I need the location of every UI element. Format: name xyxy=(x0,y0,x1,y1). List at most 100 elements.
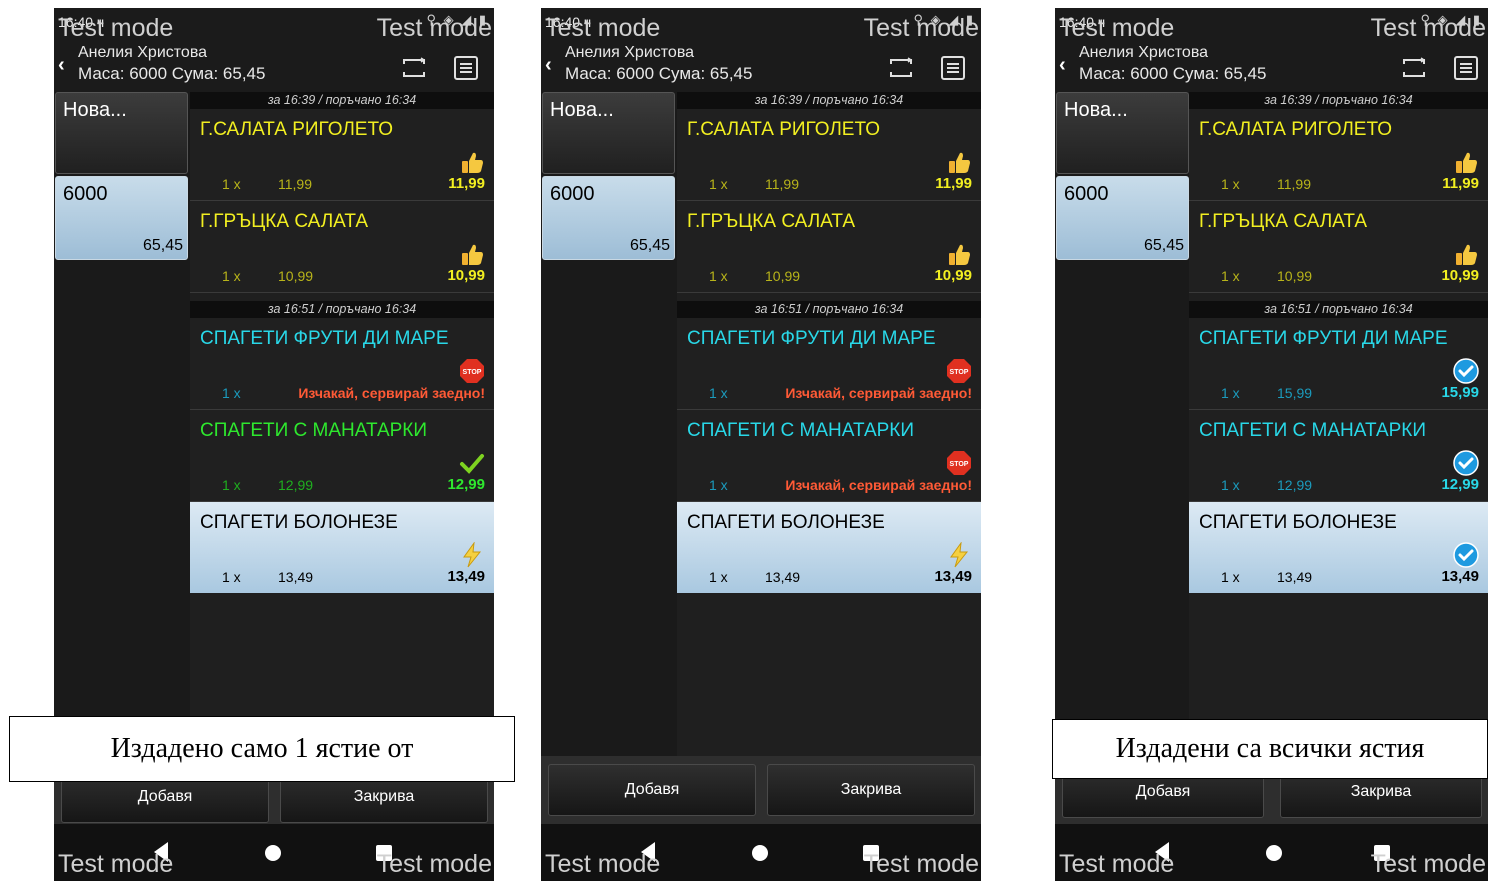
test-mode-watermark: Test mode xyxy=(545,850,661,878)
nav-home-icon[interactable] xyxy=(1266,845,1282,861)
stop-icon: STOP xyxy=(460,359,484,383)
left-panel: Нова... 6000 65,45 xyxy=(1055,92,1191,756)
action-bar: Добавя Закрива xyxy=(541,756,981,824)
table-info: Маса: 6000 Сума: 65,45 xyxy=(565,64,753,83)
table-number: 6000 xyxy=(1064,183,1109,205)
item-price: 12,99 xyxy=(1277,477,1313,493)
order-list: за 16:39 / поръчано 16:34 Г.САЛАТА РИГОЛ… xyxy=(677,92,981,756)
item-quantity: 1 x xyxy=(1221,176,1240,192)
new-order-label: Нова... xyxy=(550,99,614,121)
item-name: СПАГЕТИ С МАНАТАРКИ xyxy=(687,420,915,441)
check-circle-icon xyxy=(1453,358,1479,384)
order-item-selected[interactable]: СПАГЕТИ БОЛОНЕЗЕ 1 x 13,49 13,49 xyxy=(677,502,981,593)
test-mode-watermark: Test mode xyxy=(1370,14,1486,42)
item-quantity: 1 x xyxy=(709,569,728,585)
item-total: 11,99 xyxy=(448,175,485,192)
caption-left: Издадено само 1 ястие от xyxy=(9,716,515,782)
item-quantity: 1 x xyxy=(1221,385,1240,401)
item-quantity: 1 x xyxy=(1221,569,1240,585)
table-sum: 65,45 xyxy=(142,237,183,254)
item-name: СПАГЕТИ ФРУТИ ДИ МАРЕ xyxy=(1199,328,1448,349)
transfer-icon[interactable] xyxy=(1400,56,1428,80)
order-item[interactable]: Г.САЛАТА РИГОЛЕТО 1 x 11,99 11,99 xyxy=(677,109,981,201)
close-button[interactable]: Закрива xyxy=(767,764,975,816)
phone-screen-2: 16:40 ч ⚲ ◈ ◢ ▮ Test mode Test mode ‹ Ан… xyxy=(541,8,981,881)
item-total: 10,99 xyxy=(447,267,485,284)
group-header: за 16:51 / поръчано 16:34 xyxy=(677,301,981,318)
order-item[interactable]: СПАГЕТИ С МАНАТАРКИ 1 x 12,99 12,99 xyxy=(190,410,494,502)
item-price: 11,99 xyxy=(278,176,312,192)
item-total: 12,99 xyxy=(1441,476,1479,493)
test-mode-watermark: Test mode xyxy=(376,14,492,42)
item-total: 13,49 xyxy=(934,568,972,585)
svg-text:STOP: STOP xyxy=(950,369,969,376)
table-button[interactable]: 6000 65,45 xyxy=(1056,176,1189,260)
group-header: за 16:39 / поръчано 16:34 xyxy=(677,92,981,109)
item-quantity: 1 x xyxy=(709,477,728,493)
transfer-icon[interactable] xyxy=(887,56,915,80)
item-total: 11,99 xyxy=(1442,175,1479,192)
table-info: Маса: 6000 Сума: 65,45 xyxy=(78,64,266,83)
test-mode-watermark: Test mode xyxy=(58,850,174,878)
menu-list-icon[interactable] xyxy=(939,56,967,80)
item-price: 13,49 xyxy=(765,569,801,585)
svg-text:STOP: STOP xyxy=(950,461,969,468)
item-name: СПАГЕТИ ФРУТИ ДИ МАРЕ xyxy=(687,328,936,349)
menu-list-icon[interactable] xyxy=(1452,56,1480,80)
svg-text:STOP: STOP xyxy=(463,369,482,376)
item-name: СПАГЕТИ БОЛОНЕЗЕ xyxy=(687,512,885,533)
order-item[interactable]: Г.ГРЪЦКА САЛАТА 1 x 10,99 10,99 xyxy=(1189,201,1488,293)
check-icon xyxy=(460,454,484,474)
item-quantity: 1 x xyxy=(709,385,728,401)
back-arrow-icon[interactable]: ‹ xyxy=(1059,54,1066,77)
table-button[interactable]: 6000 65,45 xyxy=(55,176,188,260)
item-name: СПАГЕТИ С МАНАТАРКИ xyxy=(200,420,428,441)
group-header: за 16:51 / поръчано 16:34 xyxy=(1189,301,1488,318)
nav-home-icon[interactable] xyxy=(265,845,281,861)
test-mode-watermark: Test mode xyxy=(545,14,661,42)
thumbs-up-icon xyxy=(462,152,483,173)
new-order-button[interactable]: Нова... xyxy=(1056,92,1189,174)
transfer-icon[interactable] xyxy=(400,56,428,80)
app-bar: ‹ Анелия Христова Маса: 6000 Сума: 65,45 xyxy=(1055,42,1488,92)
wait-message: Изчакай, сервирай заедно! xyxy=(298,385,485,401)
menu-list-icon[interactable] xyxy=(452,56,480,80)
item-quantity: 1 x xyxy=(222,569,241,585)
back-arrow-icon[interactable]: ‹ xyxy=(58,54,65,77)
nav-home-icon[interactable] xyxy=(752,845,768,861)
order-item-selected[interactable]: СПАГЕТИ БОЛОНЕЗЕ 1 x 13,49 13,49 xyxy=(1189,502,1488,593)
table-number: 6000 xyxy=(550,183,595,205)
order-item[interactable]: Г.САЛАТА РИГОЛЕТО 1 x 11,99 11,99 xyxy=(190,109,494,201)
order-item[interactable]: СПАГЕТИ С МАНАТАРКИ 1 x 12,99 12,99 xyxy=(1189,410,1488,502)
check-circle-icon xyxy=(1453,542,1479,568)
item-price: 10,99 xyxy=(1277,268,1313,284)
left-panel: Нова... 6000 65,45 xyxy=(54,92,190,756)
order-item[interactable]: СПАГЕТИ С МАНАТАРКИ STOP 1 x Изчакай, се… xyxy=(677,410,981,502)
table-sum: 65,45 xyxy=(629,237,670,254)
order-item[interactable]: СПАГЕТИ ФРУТИ ДИ МАРЕ STOP 1 x Изчакай, … xyxy=(677,318,981,410)
order-item[interactable]: СПАГЕТИ ФРУТИ ДИ МАРЕ STOP 1 x Изчакай, … xyxy=(190,318,494,410)
add-button[interactable]: Добавя xyxy=(548,764,756,816)
order-item[interactable]: СПАГЕТИ ФРУТИ ДИ МАРЕ 1 x 15,99 15,99 xyxy=(1189,318,1488,410)
item-name: Г.САЛАТА РИГОЛЕТО xyxy=(687,119,881,140)
item-name: СПАГЕТИ С МАНАТАРКИ xyxy=(1199,420,1427,441)
order-item[interactable]: Г.ГРЪЦКА САЛАТА 1 x 10,99 10,99 xyxy=(190,201,494,293)
order-list: за 16:39 / поръчано 16:34 Г.САЛАТА РИГОЛ… xyxy=(1189,92,1488,756)
waiter-name: Анелия Христова xyxy=(78,44,208,61)
order-item-selected[interactable]: СПАГЕТИ БОЛОНЕЗЕ 1 x 13,49 13,49 xyxy=(190,502,494,593)
item-name: СПАГЕТИ БОЛОНЕЗЕ xyxy=(1199,512,1397,533)
item-quantity: 1 x xyxy=(222,477,241,493)
item-total: 13,49 xyxy=(1441,568,1479,585)
thumbs-up-icon xyxy=(1456,244,1477,265)
lightning-icon xyxy=(950,542,969,568)
order-item[interactable]: Г.ГРЪЦКА САЛАТА 1 x 10,99 10,99 xyxy=(677,201,981,293)
back-arrow-icon[interactable]: ‹ xyxy=(545,54,552,77)
new-order-button[interactable]: Нова... xyxy=(55,92,188,174)
order-item[interactable]: Г.САЛАТА РИГОЛЕТО 1 x 11,99 11,99 xyxy=(1189,109,1488,201)
item-name: Г.САЛАТА РИГОЛЕТО xyxy=(200,119,394,140)
test-mode-watermark: Test mode xyxy=(1059,14,1175,42)
test-mode-watermark: Test mode xyxy=(58,14,174,42)
table-button[interactable]: 6000 65,45 xyxy=(542,176,675,260)
item-total: 12,99 xyxy=(447,476,485,493)
new-order-button[interactable]: Нова... xyxy=(542,92,675,174)
